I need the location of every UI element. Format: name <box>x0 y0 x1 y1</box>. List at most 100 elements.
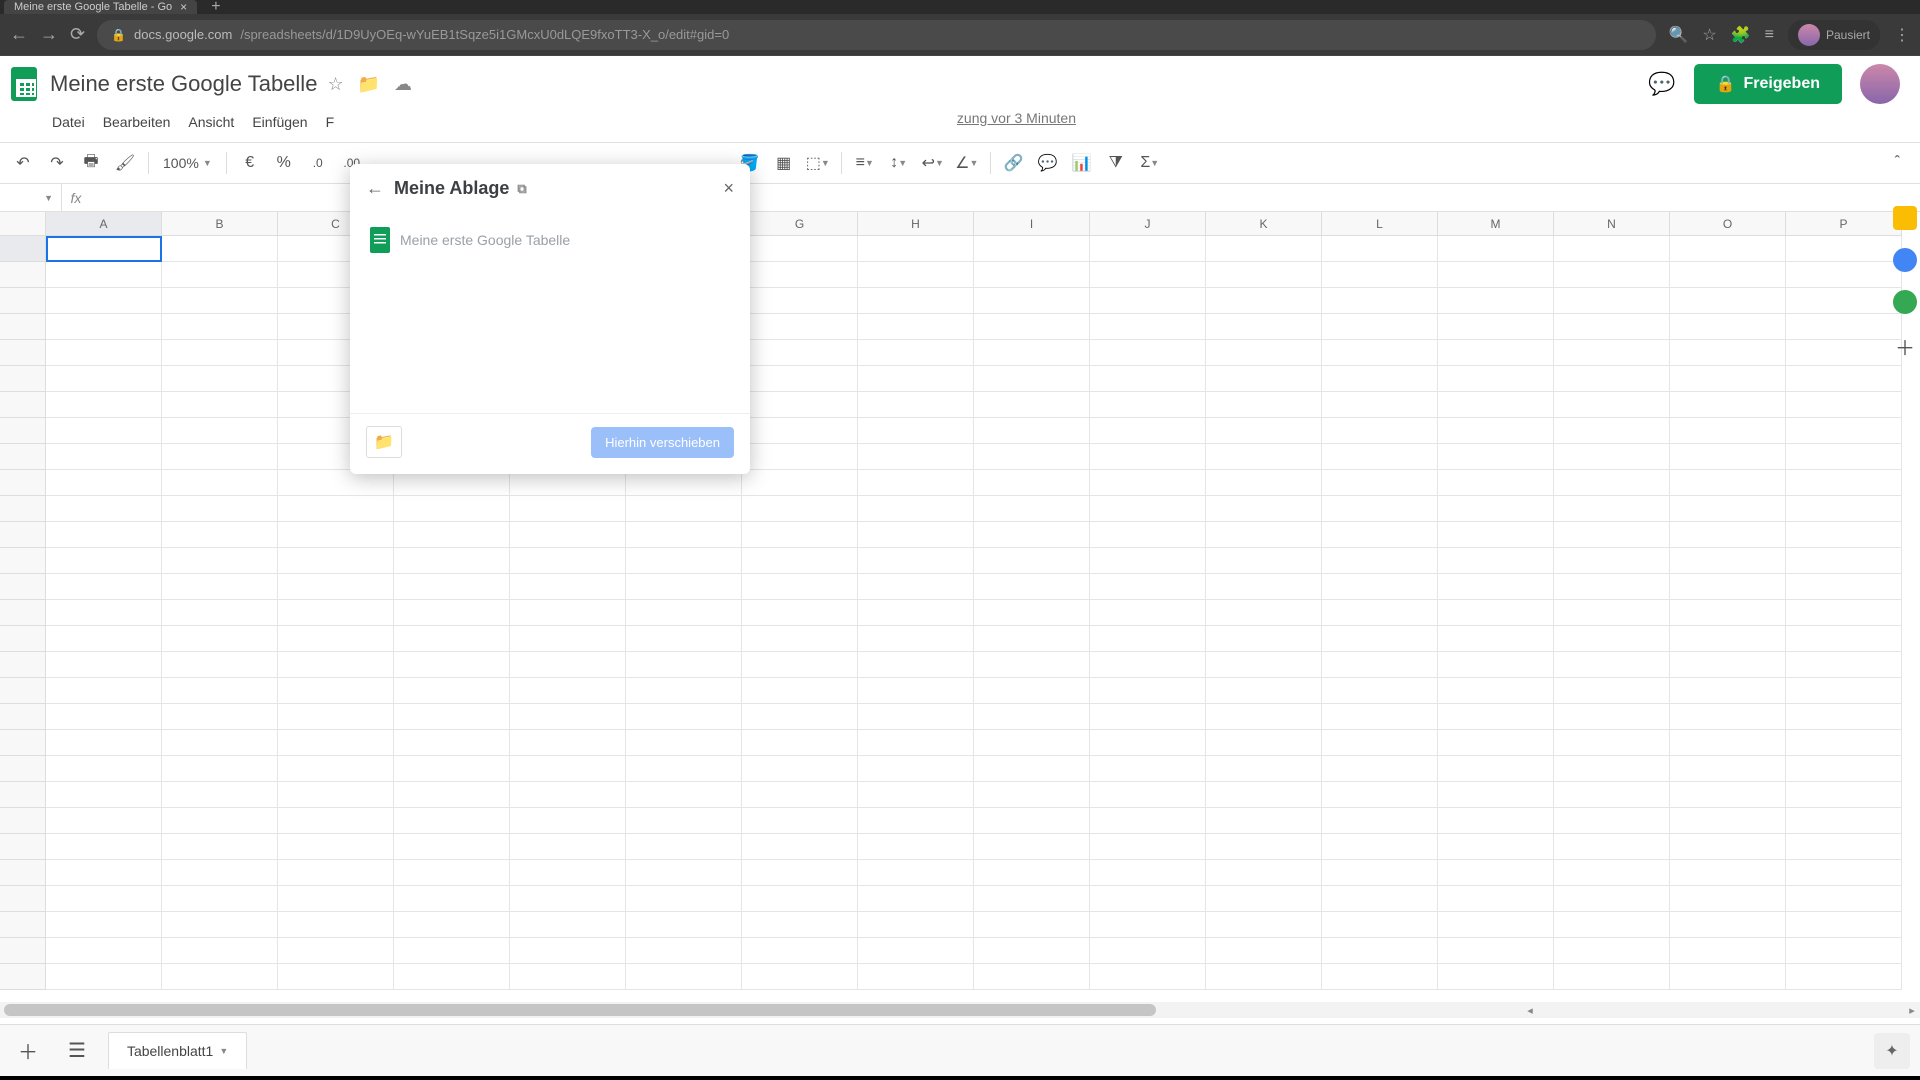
cell[interactable] <box>626 652 742 678</box>
cell[interactable] <box>1322 366 1438 392</box>
cell[interactable] <box>162 626 278 652</box>
cell[interactable] <box>1670 522 1786 548</box>
cell[interactable] <box>1206 288 1322 314</box>
cell[interactable] <box>1438 340 1554 366</box>
cell[interactable] <box>1322 574 1438 600</box>
cell[interactable] <box>1786 860 1902 886</box>
cell[interactable] <box>1786 574 1902 600</box>
horizontal-scrollbar[interactable]: ◂ ▸ <box>0 1002 1920 1018</box>
cell[interactable] <box>1554 912 1670 938</box>
keep-icon[interactable] <box>1893 206 1917 230</box>
cell[interactable] <box>394 730 510 756</box>
cell[interactable] <box>46 678 162 704</box>
cell[interactable] <box>858 886 974 912</box>
cell[interactable] <box>742 808 858 834</box>
browser-tab[interactable]: Meine erste Google Tabelle - Go × <box>4 0 197 14</box>
cell[interactable] <box>278 600 394 626</box>
cell[interactable] <box>510 522 626 548</box>
cell[interactable] <box>278 626 394 652</box>
cell[interactable] <box>1786 392 1902 418</box>
cell[interactable] <box>626 574 742 600</box>
cell[interactable] <box>1438 600 1554 626</box>
cell[interactable] <box>1670 886 1786 912</box>
cell[interactable] <box>1438 366 1554 392</box>
cell[interactable] <box>1322 704 1438 730</box>
cell[interactable] <box>858 418 974 444</box>
contacts-icon[interactable] <box>1893 290 1917 314</box>
cloud-status-icon[interactable]: ☁ <box>394 74 412 95</box>
vertical-align-icon[interactable]: ↕▼ <box>884 148 914 178</box>
cell[interactable] <box>974 522 1090 548</box>
cell[interactable] <box>742 262 858 288</box>
cell[interactable] <box>1786 886 1902 912</box>
cell[interactable] <box>1786 938 1902 964</box>
cell[interactable] <box>1786 236 1902 262</box>
cell[interactable] <box>1438 704 1554 730</box>
cell[interactable] <box>162 912 278 938</box>
cell[interactable] <box>162 782 278 808</box>
cell[interactable] <box>162 600 278 626</box>
cell[interactable] <box>1090 574 1206 600</box>
column-header[interactable]: M <box>1438 212 1554 235</box>
cell[interactable] <box>1206 730 1322 756</box>
row-header[interactable] <box>0 964 46 990</box>
cell[interactable] <box>1438 392 1554 418</box>
cell[interactable] <box>858 600 974 626</box>
cell[interactable] <box>1670 756 1786 782</box>
percent-icon[interactable]: % <box>269 148 299 178</box>
cell[interactable] <box>974 600 1090 626</box>
cell[interactable] <box>742 574 858 600</box>
cell[interactable] <box>626 860 742 886</box>
cell[interactable] <box>394 496 510 522</box>
row-header[interactable] <box>0 938 46 964</box>
cell[interactable] <box>974 314 1090 340</box>
cell[interactable] <box>1670 236 1786 262</box>
cell[interactable] <box>1554 548 1670 574</box>
cell[interactable] <box>1206 678 1322 704</box>
cell[interactable] <box>1554 496 1670 522</box>
cell[interactable] <box>1090 730 1206 756</box>
cell[interactable] <box>162 496 278 522</box>
popover-file-row[interactable]: Meine erste Google Tabelle <box>366 219 734 261</box>
cell[interactable] <box>278 964 394 990</box>
cell[interactable] <box>974 418 1090 444</box>
cell[interactable] <box>858 548 974 574</box>
cell[interactable] <box>1438 470 1554 496</box>
cell[interactable] <box>1786 652 1902 678</box>
cell[interactable] <box>858 444 974 470</box>
account-avatar[interactable] <box>1860 64 1900 104</box>
cell[interactable] <box>1090 340 1206 366</box>
cell[interactable] <box>1554 262 1670 288</box>
cell[interactable] <box>1670 652 1786 678</box>
cell[interactable] <box>1786 288 1902 314</box>
cell[interactable] <box>858 964 974 990</box>
row-header[interactable] <box>0 704 46 730</box>
cell[interactable] <box>510 704 626 730</box>
row-header[interactable] <box>0 262 46 288</box>
row-header[interactable] <box>0 288 46 314</box>
paint-format-icon[interactable]: 🖌 <box>110 148 140 178</box>
cell[interactable] <box>46 626 162 652</box>
cell[interactable] <box>46 600 162 626</box>
cell[interactable] <box>626 548 742 574</box>
cell[interactable] <box>278 756 394 782</box>
menu-file[interactable]: Datei <box>44 110 93 134</box>
cell[interactable] <box>278 496 394 522</box>
cell[interactable] <box>1554 470 1670 496</box>
tab-close-icon[interactable]: × <box>180 0 187 14</box>
cell[interactable] <box>626 912 742 938</box>
cell[interactable] <box>974 730 1090 756</box>
cell[interactable] <box>162 288 278 314</box>
cell[interactable] <box>858 366 974 392</box>
comments-icon[interactable]: 💬 <box>1648 71 1675 97</box>
currency-icon[interactable]: € <box>235 148 265 178</box>
cell[interactable] <box>1554 834 1670 860</box>
cell[interactable] <box>858 496 974 522</box>
cell[interactable] <box>1786 366 1902 392</box>
cell[interactable] <box>626 522 742 548</box>
cell[interactable] <box>974 444 1090 470</box>
cell[interactable] <box>1322 938 1438 964</box>
cell[interactable] <box>1322 886 1438 912</box>
cell[interactable] <box>1322 912 1438 938</box>
cell[interactable] <box>1554 886 1670 912</box>
